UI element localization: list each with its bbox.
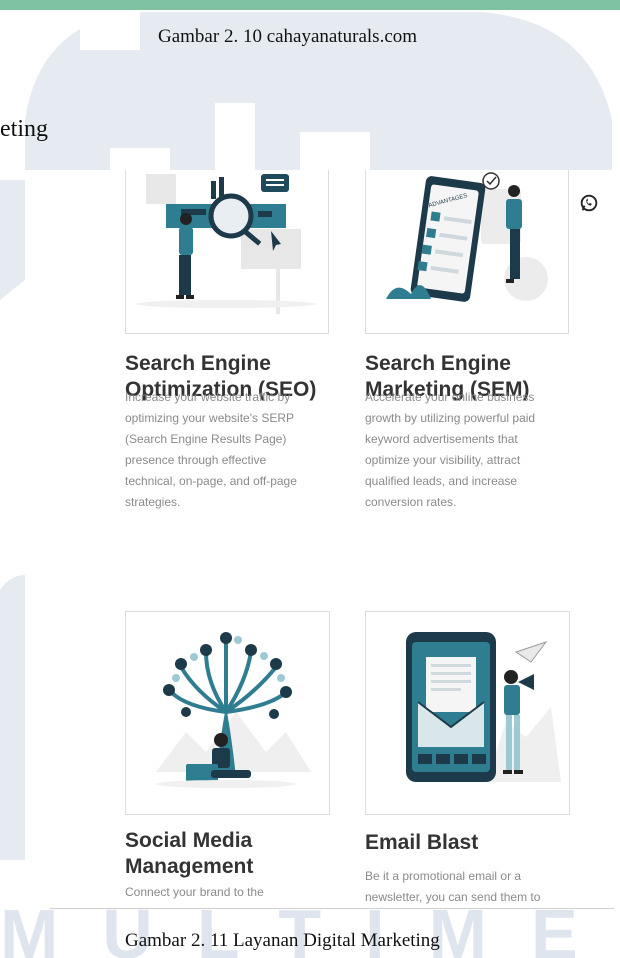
- service-desc-sem: Accelerate your online business growth b…: [365, 390, 536, 509]
- email-blast-illustration: [365, 611, 570, 815]
- whatsapp-icon[interactable]: [578, 192, 600, 214]
- caption-top: Gambar 2. 10 cahayanaturals.com: [158, 26, 418, 47]
- service-desc-email-blast: Be it a promotional email or a newslette…: [365, 869, 541, 904]
- service-title-social-media: Social Media Management: [125, 829, 254, 878]
- seo-illustration: [125, 170, 329, 334]
- caption-bottom: Gambar 2. 11 Layanan Digital Marketing: [125, 930, 440, 951]
- body-text-fragment: eting: [0, 116, 48, 142]
- divider-line: [50, 908, 614, 909]
- sem-illustration: ADVANTAGES: [365, 170, 569, 334]
- service-desc-social-media: Connect your brand to the: [125, 885, 264, 899]
- service-desc-seo: Increase your website traffic by optimiz…: [125, 390, 297, 509]
- website-screenshot: ADVANTAGES Search Engine Optimization (S…: [25, 170, 620, 908]
- social-media-illustration: [125, 611, 330, 815]
- service-title-email-blast: Email Blast: [365, 831, 479, 854]
